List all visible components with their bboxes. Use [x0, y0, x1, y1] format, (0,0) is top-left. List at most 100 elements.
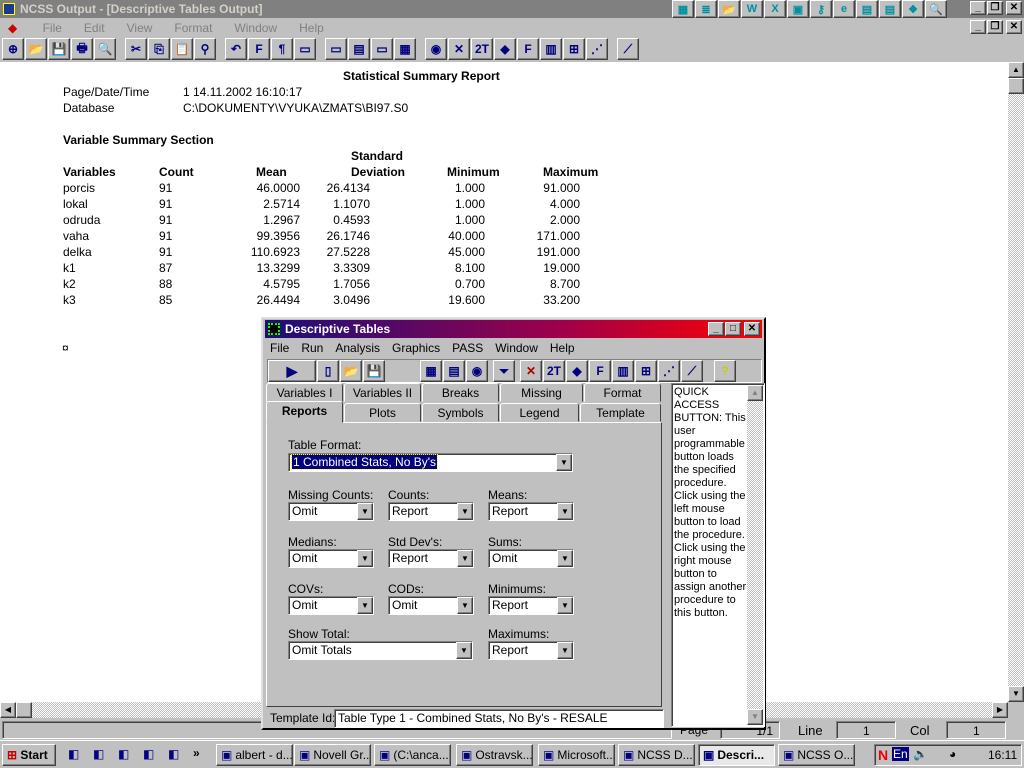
- close-x-icon[interactable]: ✕: [520, 360, 542, 382]
- template-id-input[interactable]: Table Type 1 - Combined Stats, No By's -…: [334, 709, 664, 728]
- table-icon[interactable]: ▭: [325, 38, 347, 60]
- chevron-down-icon[interactable]: ▼: [357, 503, 373, 520]
- regression-icon[interactable]: ⟋: [617, 38, 639, 60]
- open-icon[interactable]: 📂: [25, 38, 47, 60]
- taskbar-item[interactable]: ▣ Descri...: [698, 744, 775, 766]
- mra-icon[interactable]: ◆: [566, 360, 588, 382]
- save-icon[interactable]: 💾: [363, 360, 385, 382]
- menu-edit[interactable]: Edit: [84, 21, 105, 35]
- help-scrollbar[interactable]: ▲ ▼: [747, 385, 763, 725]
- outlook-icon[interactable]: ◧: [68, 747, 79, 761]
- presentation-icon[interactable]: ▣: [787, 0, 809, 18]
- notepad-icon[interactable]: ≣: [695, 0, 717, 18]
- spreadsheet-icon[interactable]: ▦: [394, 38, 416, 60]
- minimize-button[interactable]: _: [970, 1, 986, 15]
- scroll-down-button[interactable]: ▼: [1008, 686, 1024, 702]
- tab-legend[interactable]: Legend: [500, 403, 579, 422]
- copy-icon[interactable]: ⎘: [148, 38, 170, 60]
- tab-reports[interactable]: Reports: [266, 401, 343, 423]
- tab-symbols[interactable]: Symbols: [422, 403, 499, 422]
- bar-chart-icon[interactable]: ▥: [540, 38, 562, 60]
- dialog-menu-help[interactable]: Help: [550, 341, 575, 355]
- dialog-menu-pass[interactable]: PASS: [452, 341, 483, 355]
- network-icon[interactable]: ◕: [949, 747, 956, 761]
- dialog-close-button[interactable]: ✕: [744, 322, 760, 336]
- counts-select[interactable]: Report ▼: [388, 502, 474, 521]
- box-plot-icon[interactable]: ⊞: [563, 38, 585, 60]
- font-icon[interactable]: F: [248, 38, 270, 60]
- restore-button[interactable]: ❐: [987, 1, 1003, 15]
- scroll-up-button[interactable]: ▲: [747, 385, 763, 401]
- regression-icon[interactable]: ⟋: [681, 360, 703, 382]
- scroll-down-button[interactable]: ▼: [747, 709, 763, 725]
- chevron-down-icon[interactable]: ▼: [557, 503, 573, 520]
- close-button[interactable]: ✕: [1006, 1, 1022, 15]
- taskbar-item[interactable]: ▣ Novell Gr...: [294, 744, 371, 766]
- chevron-down-icon[interactable]: ▼: [357, 597, 373, 614]
- scroll-up-button[interactable]: ▲: [1008, 62, 1024, 78]
- hscroll-thumb[interactable]: [16, 702, 32, 718]
- globe-icon[interactable]: ◉: [466, 360, 488, 382]
- tab-variables-i[interactable]: Variables I: [266, 383, 343, 402]
- scatter-icon[interactable]: ⋰: [658, 360, 680, 382]
- covs-select[interactable]: Omit ▼: [288, 596, 374, 615]
- dialog-menu-run[interactable]: Run: [301, 341, 323, 355]
- folder-icon[interactable]: ▤: [856, 0, 878, 18]
- freq-icon[interactable]: F: [517, 38, 539, 60]
- dialog-menu-file[interactable]: File: [270, 341, 289, 355]
- chevron-down-icon[interactable]: ▼: [457, 550, 473, 567]
- missing-counts-select[interactable]: Omit ▼: [288, 502, 374, 521]
- means-select[interactable]: Report ▼: [488, 502, 574, 521]
- graphics-icon[interactable]: ❖: [902, 0, 924, 18]
- menu-view[interactable]: View: [127, 21, 153, 35]
- cut-icon[interactable]: ✂: [125, 38, 147, 60]
- freq-icon[interactable]: F: [589, 360, 611, 382]
- taskbar-item[interactable]: ▣ albert - d...: [216, 744, 293, 766]
- spreadsheet-icon[interactable]: ▦: [420, 360, 442, 382]
- save-icon[interactable]: 💾: [48, 38, 70, 60]
- doc-restore-button[interactable]: ❐: [987, 20, 1003, 34]
- ie-icon[interactable]: e: [833, 0, 855, 18]
- sums-select[interactable]: Omit ▼: [488, 549, 574, 568]
- new-icon[interactable]: ▯: [317, 360, 339, 382]
- new-icon[interactable]: ⊕: [2, 38, 24, 60]
- run-button[interactable]: ▶: [268, 360, 316, 382]
- notepad-icon[interactable]: ◧: [93, 747, 104, 761]
- folder-icon[interactable]: 📂: [718, 0, 740, 18]
- tab-missing[interactable]: Missing: [500, 383, 583, 402]
- language-indicator[interactable]: En: [892, 747, 909, 761]
- menu-file[interactable]: File: [43, 21, 62, 35]
- doc-close-button[interactable]: ✕: [1006, 20, 1022, 34]
- paste-icon[interactable]: 📋: [171, 38, 193, 60]
- menu-help[interactable]: Help: [299, 21, 324, 35]
- mra-icon[interactable]: ◆: [494, 38, 516, 60]
- menu-format[interactable]: Format: [174, 21, 212, 35]
- app-icon[interactable]: ◧: [168, 747, 179, 761]
- key-icon[interactable]: ⚷: [810, 0, 832, 18]
- scroll-thumb[interactable]: [1008, 78, 1024, 94]
- table-format-select[interactable]: 1 Combined Stats, No By's ▼: [288, 453, 573, 472]
- show-total-select[interactable]: Omit Totals ▼: [288, 641, 473, 660]
- medians-select[interactable]: Omit ▼: [288, 549, 374, 568]
- maximums-select[interactable]: Report ▼: [488, 641, 574, 660]
- tab-template[interactable]: Template: [580, 403, 661, 422]
- tab-format[interactable]: Format: [584, 383, 661, 402]
- cods-select[interactable]: Omit ▼: [388, 596, 474, 615]
- taskbar-item[interactable]: ▣ Ostravsk...: [456, 744, 533, 766]
- app-icon[interactable]: ◧: [143, 747, 154, 761]
- chevron-down-icon[interactable]: ▼: [457, 597, 473, 614]
- chevron-down-icon[interactable]: ▼: [357, 550, 373, 567]
- ruler-icon[interactable]: ▭: [294, 38, 316, 60]
- print-icon[interactable]: 🖶: [71, 38, 93, 60]
- chevron-down-icon[interactable]: ▼: [556, 454, 572, 471]
- colors-icon[interactable]: ▦: [672, 0, 694, 18]
- scatter-icon[interactable]: ⋰: [586, 38, 608, 60]
- std-dev-s-select[interactable]: Report ▼: [388, 549, 474, 568]
- data-icon[interactable]: ▭: [371, 38, 393, 60]
- search-icon[interactable]: 🔍: [925, 0, 947, 18]
- taskbar-item[interactable]: ▣ (C:\anca...: [374, 744, 451, 766]
- two-sample-icon[interactable]: 2T: [543, 360, 565, 382]
- vertical-scrollbar[interactable]: ▲ ▼: [1008, 62, 1024, 702]
- output-icon[interactable]: ▤: [443, 360, 465, 382]
- open-icon[interactable]: 📂: [340, 360, 362, 382]
